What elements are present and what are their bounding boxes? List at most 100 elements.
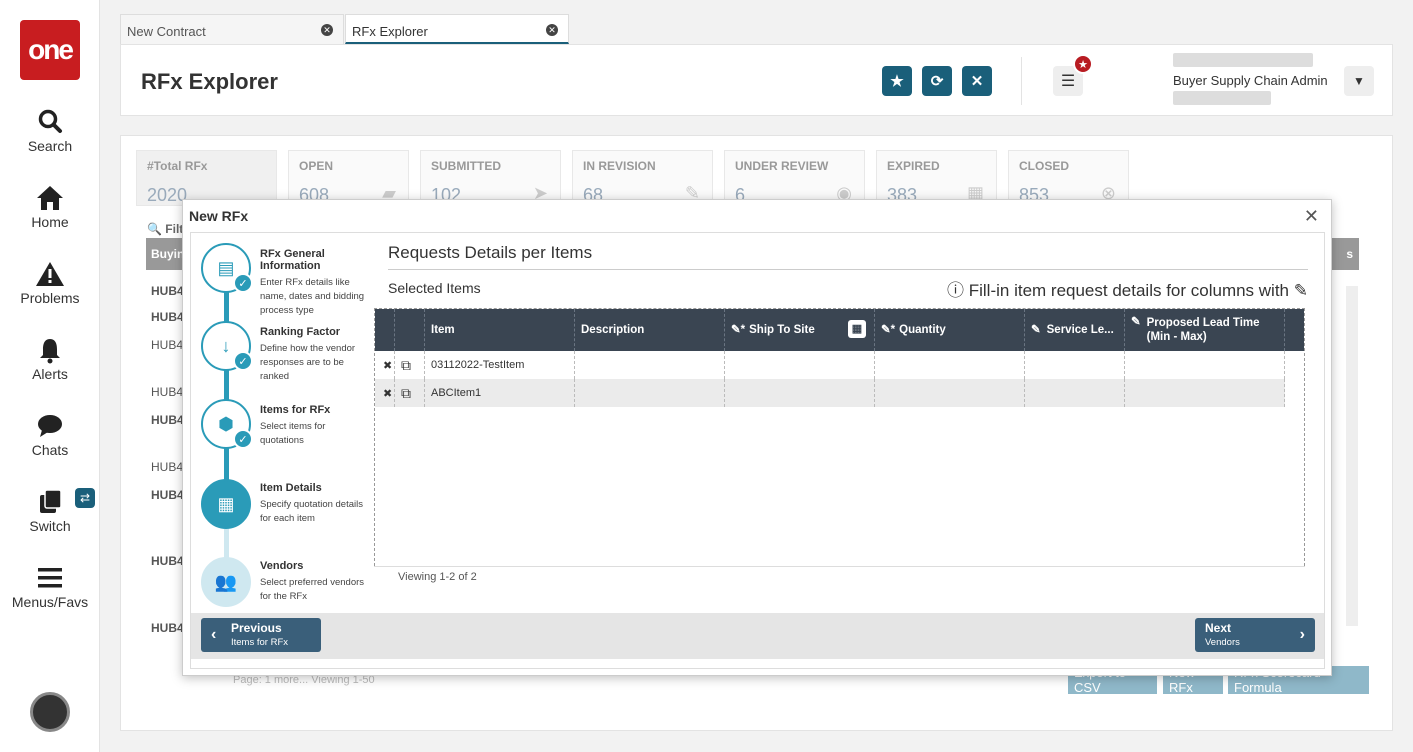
step-title: RFx General Information <box>260 248 325 272</box>
stat-expired[interactable]: EXPIRED 383 ▦ <box>876 150 997 206</box>
nav-switch-label: Switch <box>29 518 71 534</box>
check-icon: ✓ <box>233 429 253 449</box>
viewing-count: Viewing 1-2 of 2 <box>398 571 477 583</box>
nav-menus-favs[interactable]: Menus/Favs <box>0 564 100 610</box>
bg-scrollbar[interactable] <box>1346 286 1358 626</box>
pencil-icon: ✎ <box>1293 281 1308 300</box>
edit-icon: ✎ <box>1131 316 1141 328</box>
grid-col-ship-to-site[interactable]: ✎* Ship To Site ▦ <box>725 309 875 351</box>
chevron-down-icon: ▼ <box>1353 74 1365 88</box>
table-row[interactable]: ✖ ⧉ ABCItem1 <box>375 379 1285 407</box>
table-row: HUB4 <box>151 413 184 427</box>
bell-icon <box>40 339 60 364</box>
grid-col-remove <box>375 309 395 351</box>
modal-title: New RFx <box>189 208 249 224</box>
stat-under-review[interactable]: UNDER REVIEW 6 ◉ <box>724 150 865 206</box>
table-icon: ▦ <box>217 493 235 514</box>
tab-new-contract[interactable]: New Contract ✕ <box>120 14 344 44</box>
stat-label: EXPIRED <box>887 159 940 173</box>
step-item-details[interactable]: ▦ <box>201 479 251 529</box>
nav-chats[interactable]: Chats <box>0 412 100 458</box>
nav-alerts[interactable]: Alerts <box>0 336 100 382</box>
remove-row-icon[interactable]: ✖ <box>375 379 395 407</box>
switch-icon <box>40 489 62 513</box>
user-name-redacted <box>1173 53 1313 67</box>
switch-arrows-icon[interactable]: ⇄ <box>75 488 95 508</box>
close-tab-icon[interactable]: ✕ <box>321 24 333 36</box>
next-sub: Vendors <box>1205 637 1240 648</box>
stat-total[interactable]: #Total RFx 2020 <box>136 150 277 206</box>
stat-label: #Total RFx <box>147 159 208 173</box>
previous-label: Previous <box>231 621 282 635</box>
description-cell[interactable] <box>575 379 725 407</box>
grid-picker-icon[interactable]: ▦ <box>848 320 866 338</box>
app-logo[interactable]: one <box>20 20 80 80</box>
nav-chats-label: Chats <box>31 442 69 458</box>
grid-col-lead-time[interactable]: ✎ Proposed Lead Time (Min - Max) <box>1125 309 1285 351</box>
tab-rfx-explorer[interactable]: RFx Explorer ✕ <box>345 14 569 44</box>
close-tab-icon[interactable]: ✕ <box>546 24 558 36</box>
step-desc: Select items for quotations <box>260 421 326 446</box>
step-desc: Enter RFx details like name, dates and b… <box>260 277 365 316</box>
nav-alerts-label: Alerts <box>32 366 68 382</box>
star-icon: ★ <box>890 73 904 90</box>
service-level-cell[interactable] <box>1025 379 1125 407</box>
nav-problems[interactable]: Problems <box>0 260 100 306</box>
step-progress-line <box>224 283 229 503</box>
favorites-badge-icon: ★ <box>1073 54 1093 74</box>
step-title: Items for RFx <box>260 404 331 416</box>
page-title: RFx Explorer <box>141 69 278 94</box>
grid-footer: Viewing 1-2 of 2 <box>374 566 1305 586</box>
description-cell[interactable] <box>575 351 725 379</box>
nav-home[interactable]: Home <box>0 184 100 230</box>
open-external-icon[interactable]: ⧉ <box>395 379 425 407</box>
chat-icon <box>38 415 62 437</box>
refresh-button[interactable]: ⟳ <box>922 66 952 96</box>
stat-label: IN REVISION <box>583 159 656 173</box>
stat-closed[interactable]: CLOSED 853 ⊗ <box>1008 150 1129 206</box>
stat-open[interactable]: OPEN 608 ▰ <box>288 150 409 206</box>
chevron-right-icon: › <box>1299 626 1305 643</box>
grid-col-service-level[interactable]: ✎ Service Le... <box>1025 309 1125 351</box>
user-dropdown-button[interactable]: ▼ <box>1344 66 1374 96</box>
step-desc: Specify quotation details for each item <box>260 499 363 524</box>
next-button[interactable]: Next Vendors › <box>1195 618 1315 652</box>
grid-col-item[interactable]: Item <box>425 309 575 351</box>
check-icon: ✓ <box>233 351 253 371</box>
lead-time-cell[interactable] <box>1125 351 1285 379</box>
previous-sub: Items for RFx <box>231 637 289 648</box>
step-pending-line <box>224 529 229 559</box>
stat-label: UNDER REVIEW <box>735 159 829 173</box>
next-label: Next <box>1205 621 1232 635</box>
service-level-cell[interactable] <box>1025 351 1125 379</box>
modal-close-icon[interactable]: ✕ <box>1304 206 1319 227</box>
bg-col-buying: Buyin <box>151 247 185 261</box>
table-row[interactable]: ✖ ⧉ 03112022-TestItem <box>375 351 1285 379</box>
arrow-down-icon: ↓ <box>221 335 231 356</box>
grid-col-service-level-label: Service Le... <box>1046 324 1114 336</box>
favorite-button[interactable]: ★ <box>882 66 912 96</box>
grid-col-description[interactable]: Description <box>575 309 725 351</box>
filter-label[interactable]: 🔍 Filt <box>147 222 183 236</box>
grid-col-quantity[interactable]: ✎* Quantity <box>875 309 1025 351</box>
nav-menus-label: Menus/Favs <box>11 594 89 610</box>
wizard-steps: ▤ ✓ RFx General Information Enter RFx de… <box>191 233 371 613</box>
nav-search[interactable]: Search <box>0 108 100 154</box>
remove-row-icon[interactable]: ✖ <box>375 351 395 379</box>
quantity-cell[interactable] <box>875 379 1025 407</box>
stat-in-revision[interactable]: IN REVISION 68 ✎ <box>572 150 713 206</box>
grid-col-ship-to-site-label: Ship To Site <box>749 324 815 336</box>
document-icon: ▤ <box>217 257 235 278</box>
ship-to-site-cell[interactable] <box>725 379 875 407</box>
lead-time-cell[interactable] <box>1125 379 1285 407</box>
previous-button[interactable]: ‹ Previous Items for RFx <box>201 618 321 652</box>
stat-submitted[interactable]: SUBMITTED 102 ➤ <box>420 150 561 206</box>
stat-label: OPEN <box>299 159 334 173</box>
close-button[interactable]: ✕ <box>962 66 992 96</box>
new-rfx-modal: New RFx ✕ ▤ ✓ RFx General Information En… <box>182 199 1332 676</box>
ship-to-site-cell[interactable] <box>725 351 875 379</box>
quantity-cell[interactable] <box>875 351 1025 379</box>
user-avatar[interactable] <box>30 692 70 732</box>
open-external-icon[interactable]: ⧉ <box>395 351 425 379</box>
step-vendors[interactable]: 👥 <box>201 557 251 607</box>
